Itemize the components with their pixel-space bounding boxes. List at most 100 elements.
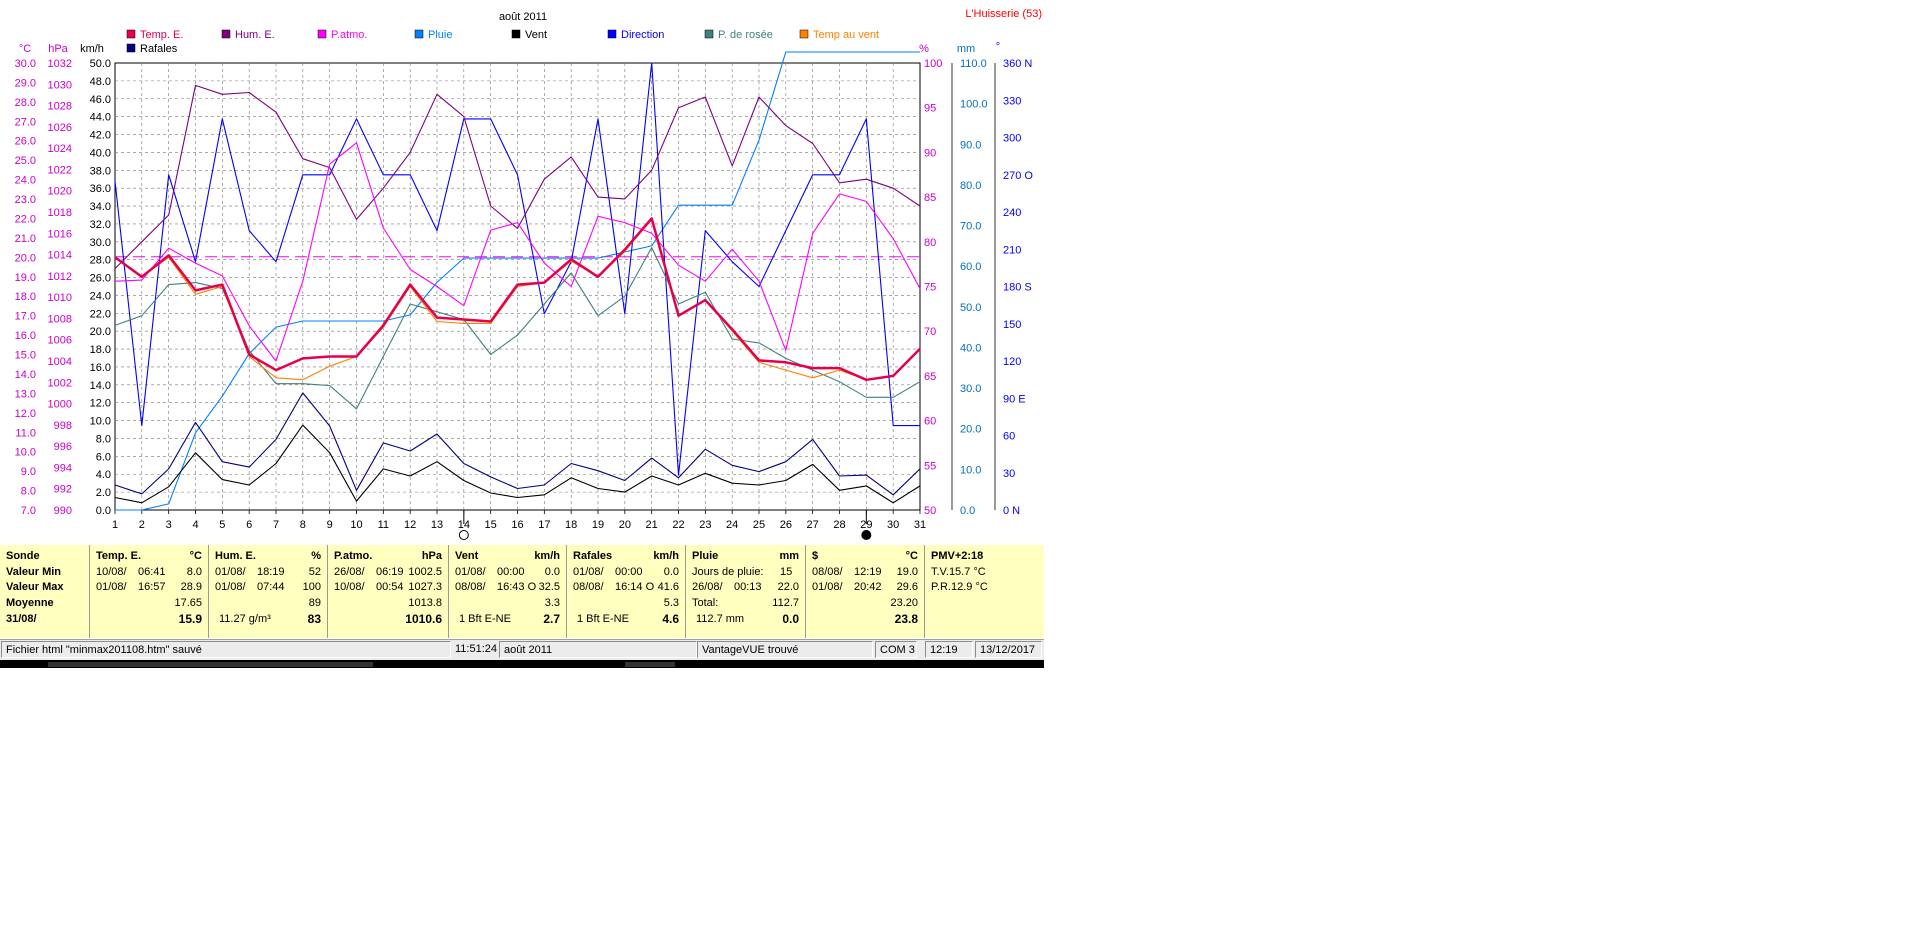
wind-tick-label: 16.0 xyxy=(90,362,111,374)
press-tick-label: 1008 xyxy=(48,313,72,325)
summary-last-row: 1010.6 xyxy=(334,611,442,627)
x-tick-label: 20 xyxy=(619,519,631,531)
min-value: 0.0 xyxy=(663,566,679,578)
min-value: 0.0 xyxy=(544,566,560,578)
press-tick-label: 1022 xyxy=(48,164,72,176)
temp-tick-label: 23.0 xyxy=(15,194,36,206)
summary-avg-row: 5.3 xyxy=(573,595,679,611)
temp-tick-label: 18.0 xyxy=(15,291,36,303)
legend-label: Direction xyxy=(621,29,664,41)
scrollbar-segment[interactable] xyxy=(48,662,373,667)
avg-value: 112.7 xyxy=(772,597,799,609)
legend-label: Temp. E. xyxy=(140,29,183,41)
hum-tick-label: 55 xyxy=(924,460,936,472)
wind-tick-label: 28.0 xyxy=(90,255,111,267)
press-tick-label: 1028 xyxy=(48,101,72,113)
status-date: 13/12/2017 xyxy=(975,641,1042,658)
temp-tick-label: 25.0 xyxy=(15,155,36,167)
temp-tick-label: 14.0 xyxy=(15,369,36,381)
last-value: 2.7 xyxy=(543,612,560,626)
hum-tick-label: 50 xyxy=(924,505,936,517)
rain-unit-label: mm xyxy=(957,43,975,55)
min-time: 06:19 xyxy=(376,566,404,578)
temp-tick-label: 28.0 xyxy=(15,97,36,109)
x-tick-label: 3 xyxy=(166,519,172,531)
max-date: 10/08/ xyxy=(334,581,365,593)
column-header: Temp. E. xyxy=(96,550,142,562)
press-tick-label: 1010 xyxy=(48,292,72,304)
x-tick-label: 15 xyxy=(485,519,497,531)
wind-tick-label: 4.0 xyxy=(96,469,111,481)
x-tick-label: 18 xyxy=(565,519,577,531)
temp-tick-label: 26.0 xyxy=(15,136,36,148)
press-tick-label: 1002 xyxy=(48,377,72,389)
min-time: 00:00 xyxy=(615,566,643,578)
press-tick-label: 1026 xyxy=(48,122,72,134)
rain-tick-label: 60.0 xyxy=(960,261,981,273)
press-tick-label: 1024 xyxy=(48,143,72,155)
full-moon-icon xyxy=(458,530,469,540)
x-tick-label: 19 xyxy=(592,519,604,531)
min-date: 10/08/ xyxy=(96,566,127,578)
summary-column: P.atmo. hPa 26/08/06:19 1002.5 10/08/00:54 10… xyxy=(328,545,449,638)
column-header: P.atmo. xyxy=(334,550,373,562)
summary-max-row: 08/08/16:14 O 41.6 xyxy=(573,579,679,595)
wind-tick-label: 44.0 xyxy=(90,112,111,124)
avg-value: 3.3 xyxy=(544,597,560,609)
wind-tick-label: 34.0 xyxy=(90,201,111,213)
summary-avg-row: 89 xyxy=(215,595,321,611)
extra-value: 11.27 g/m³ xyxy=(219,613,271,625)
dir-tick-label: 240 xyxy=(1003,207,1021,219)
temp-tick-label: 13.0 xyxy=(15,388,36,400)
dir-tick-label: 330 xyxy=(1003,95,1021,107)
press-unit-label: hPa xyxy=(48,43,68,55)
summary-last-row: 112.7 mm 0.0 xyxy=(692,611,799,627)
temp-tick-label: 10.0 xyxy=(15,447,36,459)
rain-tick-label: 30.0 xyxy=(960,383,981,395)
min-date: 08/08/ xyxy=(812,566,843,578)
press-tick-label: 1014 xyxy=(48,250,72,262)
monthly-weather-chart: août 2011 L'Huisserie (53) °C hPa km/h %… xyxy=(15,8,1042,540)
rain-tick-label: 0.0 xyxy=(960,505,975,517)
column-unit: km/h xyxy=(653,550,679,562)
max-value: 29.6 xyxy=(896,581,918,593)
wind-tick-label: 10.0 xyxy=(90,416,111,428)
x-tick-label: 6 xyxy=(246,519,252,531)
legend-swatch xyxy=(511,29,521,39)
min-time: 15 xyxy=(780,566,793,578)
hum-tick-label: 80 xyxy=(924,237,936,249)
wind-tick-label: 26.0 xyxy=(90,273,111,285)
x-tick-label: 13 xyxy=(431,519,443,531)
press-tick-label: 1020 xyxy=(48,186,72,198)
summary-max-row: 01/08/20:42 29.6 xyxy=(812,579,918,595)
scrollbar-strip[interactable] xyxy=(0,660,1044,668)
x-tick-label: 9 xyxy=(327,519,333,531)
wind-tick-label: 14.0 xyxy=(90,380,111,392)
temp-tick-label: 30.0 xyxy=(15,58,36,70)
dir-unit-label: ° xyxy=(996,41,1000,53)
summary-column: $ °C 08/08/12:19 19.0 01/08/20:42 29.6 23.20 23… xyxy=(806,545,925,638)
summary-max-row: 01/08/07:44 100 xyxy=(215,579,321,595)
hum-tick-label: 65 xyxy=(924,371,936,383)
wind-tick-label: 0.0 xyxy=(96,505,111,517)
legend-label: P.atmo. xyxy=(331,29,368,41)
legend-label: P. de rosée xyxy=(718,29,773,41)
summary-last-row: 15.9 xyxy=(96,611,202,627)
scrollbar-segment[interactable] xyxy=(625,662,675,667)
press-tick-label: 990 xyxy=(54,505,72,517)
max-value: 41.6 xyxy=(657,581,679,593)
column-header: Hum. E. xyxy=(215,550,256,562)
summary-avg-row: Total: 112.7 xyxy=(692,595,799,611)
summary-avg-row: 1013.8 xyxy=(334,595,442,611)
hum-tick-label: 90 xyxy=(924,147,936,159)
summary-min-row: 01/08/18:19 52 xyxy=(215,564,321,580)
x-tick-label: 26 xyxy=(780,519,792,531)
temp-tick-label: 21.0 xyxy=(15,233,36,245)
pmv-value: P.R.12.9 °C xyxy=(931,581,988,593)
max-time: 16:14 O xyxy=(615,581,655,593)
wind-tick-label: 42.0 xyxy=(90,130,111,142)
hum-tick-label: 85 xyxy=(924,192,936,204)
press-tick-label: 1000 xyxy=(48,399,72,411)
min-value: 8.0 xyxy=(186,566,202,578)
summary-row-label: Valeur Min xyxy=(6,564,83,580)
